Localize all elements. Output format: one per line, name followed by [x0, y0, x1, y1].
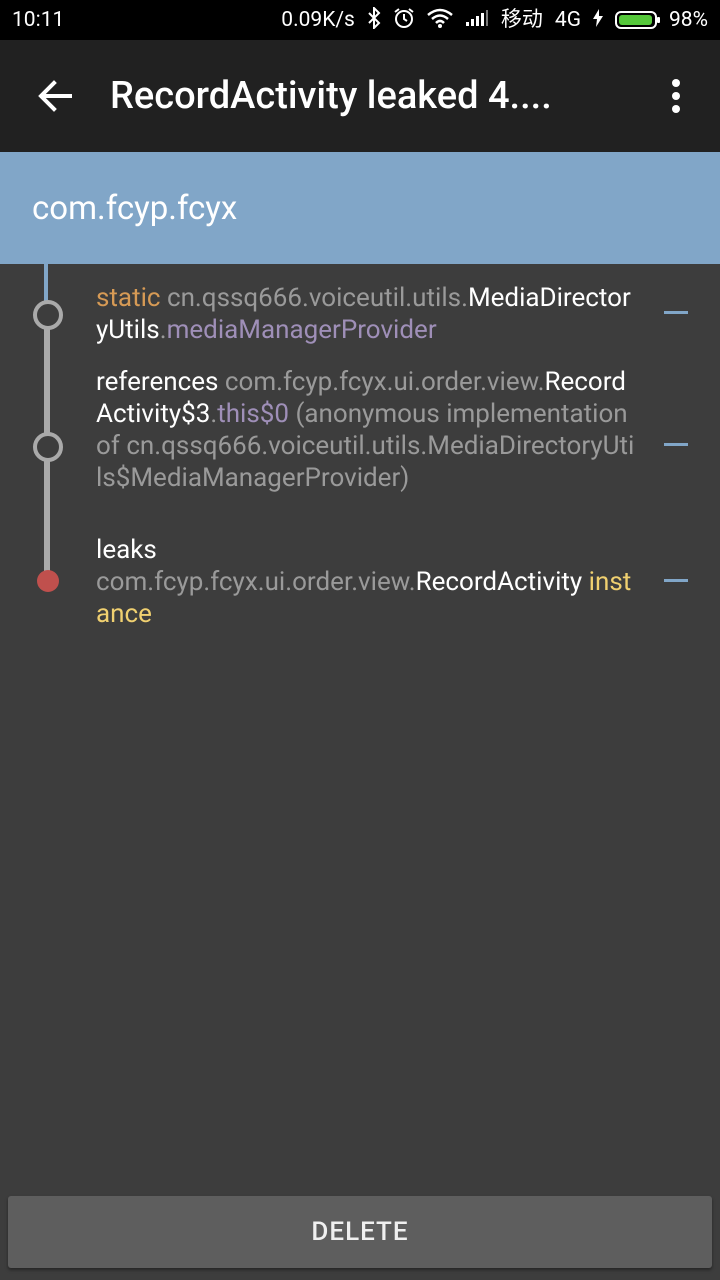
class-name: RecordActivity [415, 567, 583, 597]
more-vert-icon [672, 79, 680, 113]
class-path: cn.qssq666.voiceutil.utils. [166, 283, 468, 313]
back-button[interactable] [0, 40, 110, 152]
bluetooth-icon [367, 5, 381, 34]
trace-row-static[interactable]: static cn.qssq666.voiceutil.utils.MediaD… [96, 282, 636, 346]
class-path: com.fcyp.fcyx.ui.order.view. [96, 567, 416, 597]
trace-row-references[interactable]: references com.fcyp.fcyx.ui.order.view.R… [96, 366, 636, 494]
trace-node [33, 300, 63, 330]
wifi-icon [427, 8, 453, 33]
references-keyword: references [96, 367, 219, 397]
battery-percent: 98% [669, 7, 708, 32]
net-speed: 0.09K/s [281, 7, 355, 32]
package-name: com.fcyp.fcyx [32, 188, 238, 228]
leaks-keyword: leaks [96, 535, 157, 565]
static-keyword: static [96, 283, 161, 313]
delete-button[interactable]: DELETE [8, 1196, 712, 1268]
leak-node [37, 570, 59, 592]
status-time: 10:11 [12, 8, 65, 32]
trace-row-leaks[interactable]: leaks com.fcyp.fcyx.ui.order.view.Record… [96, 534, 636, 630]
class-path: com.fcyp.fcyx.ui.order.view. [224, 367, 545, 397]
signal-icon [465, 9, 489, 32]
status-bar: 10:11 0.09K/s 移动 4G 98% [0, 0, 720, 40]
field-name: this$0 [217, 399, 290, 429]
leak-package-header[interactable]: com.fcyp.fcyx [0, 152, 720, 264]
arrow-left-icon [38, 80, 72, 112]
overflow-menu-button[interactable] [632, 40, 720, 152]
field-name: mediaManagerProvider [166, 315, 437, 345]
collapse-icon[interactable] [664, 311, 688, 314]
alarm-icon [393, 7, 415, 34]
carrier-name: 移动 [500, 7, 543, 32]
collapse-icon[interactable] [664, 443, 688, 446]
dot-separator: . [159, 315, 167, 345]
collapse-icon[interactable] [664, 579, 688, 582]
charging-icon [593, 8, 603, 32]
battery-fill [619, 15, 653, 25]
app-toolbar: RecordActivity leaked 4.... [0, 40, 720, 152]
network-type: 4G [554, 7, 581, 32]
trace-node [33, 432, 63, 462]
battery-icon [615, 11, 660, 29]
page-title: RecordActivity leaked 4.... [110, 74, 552, 118]
